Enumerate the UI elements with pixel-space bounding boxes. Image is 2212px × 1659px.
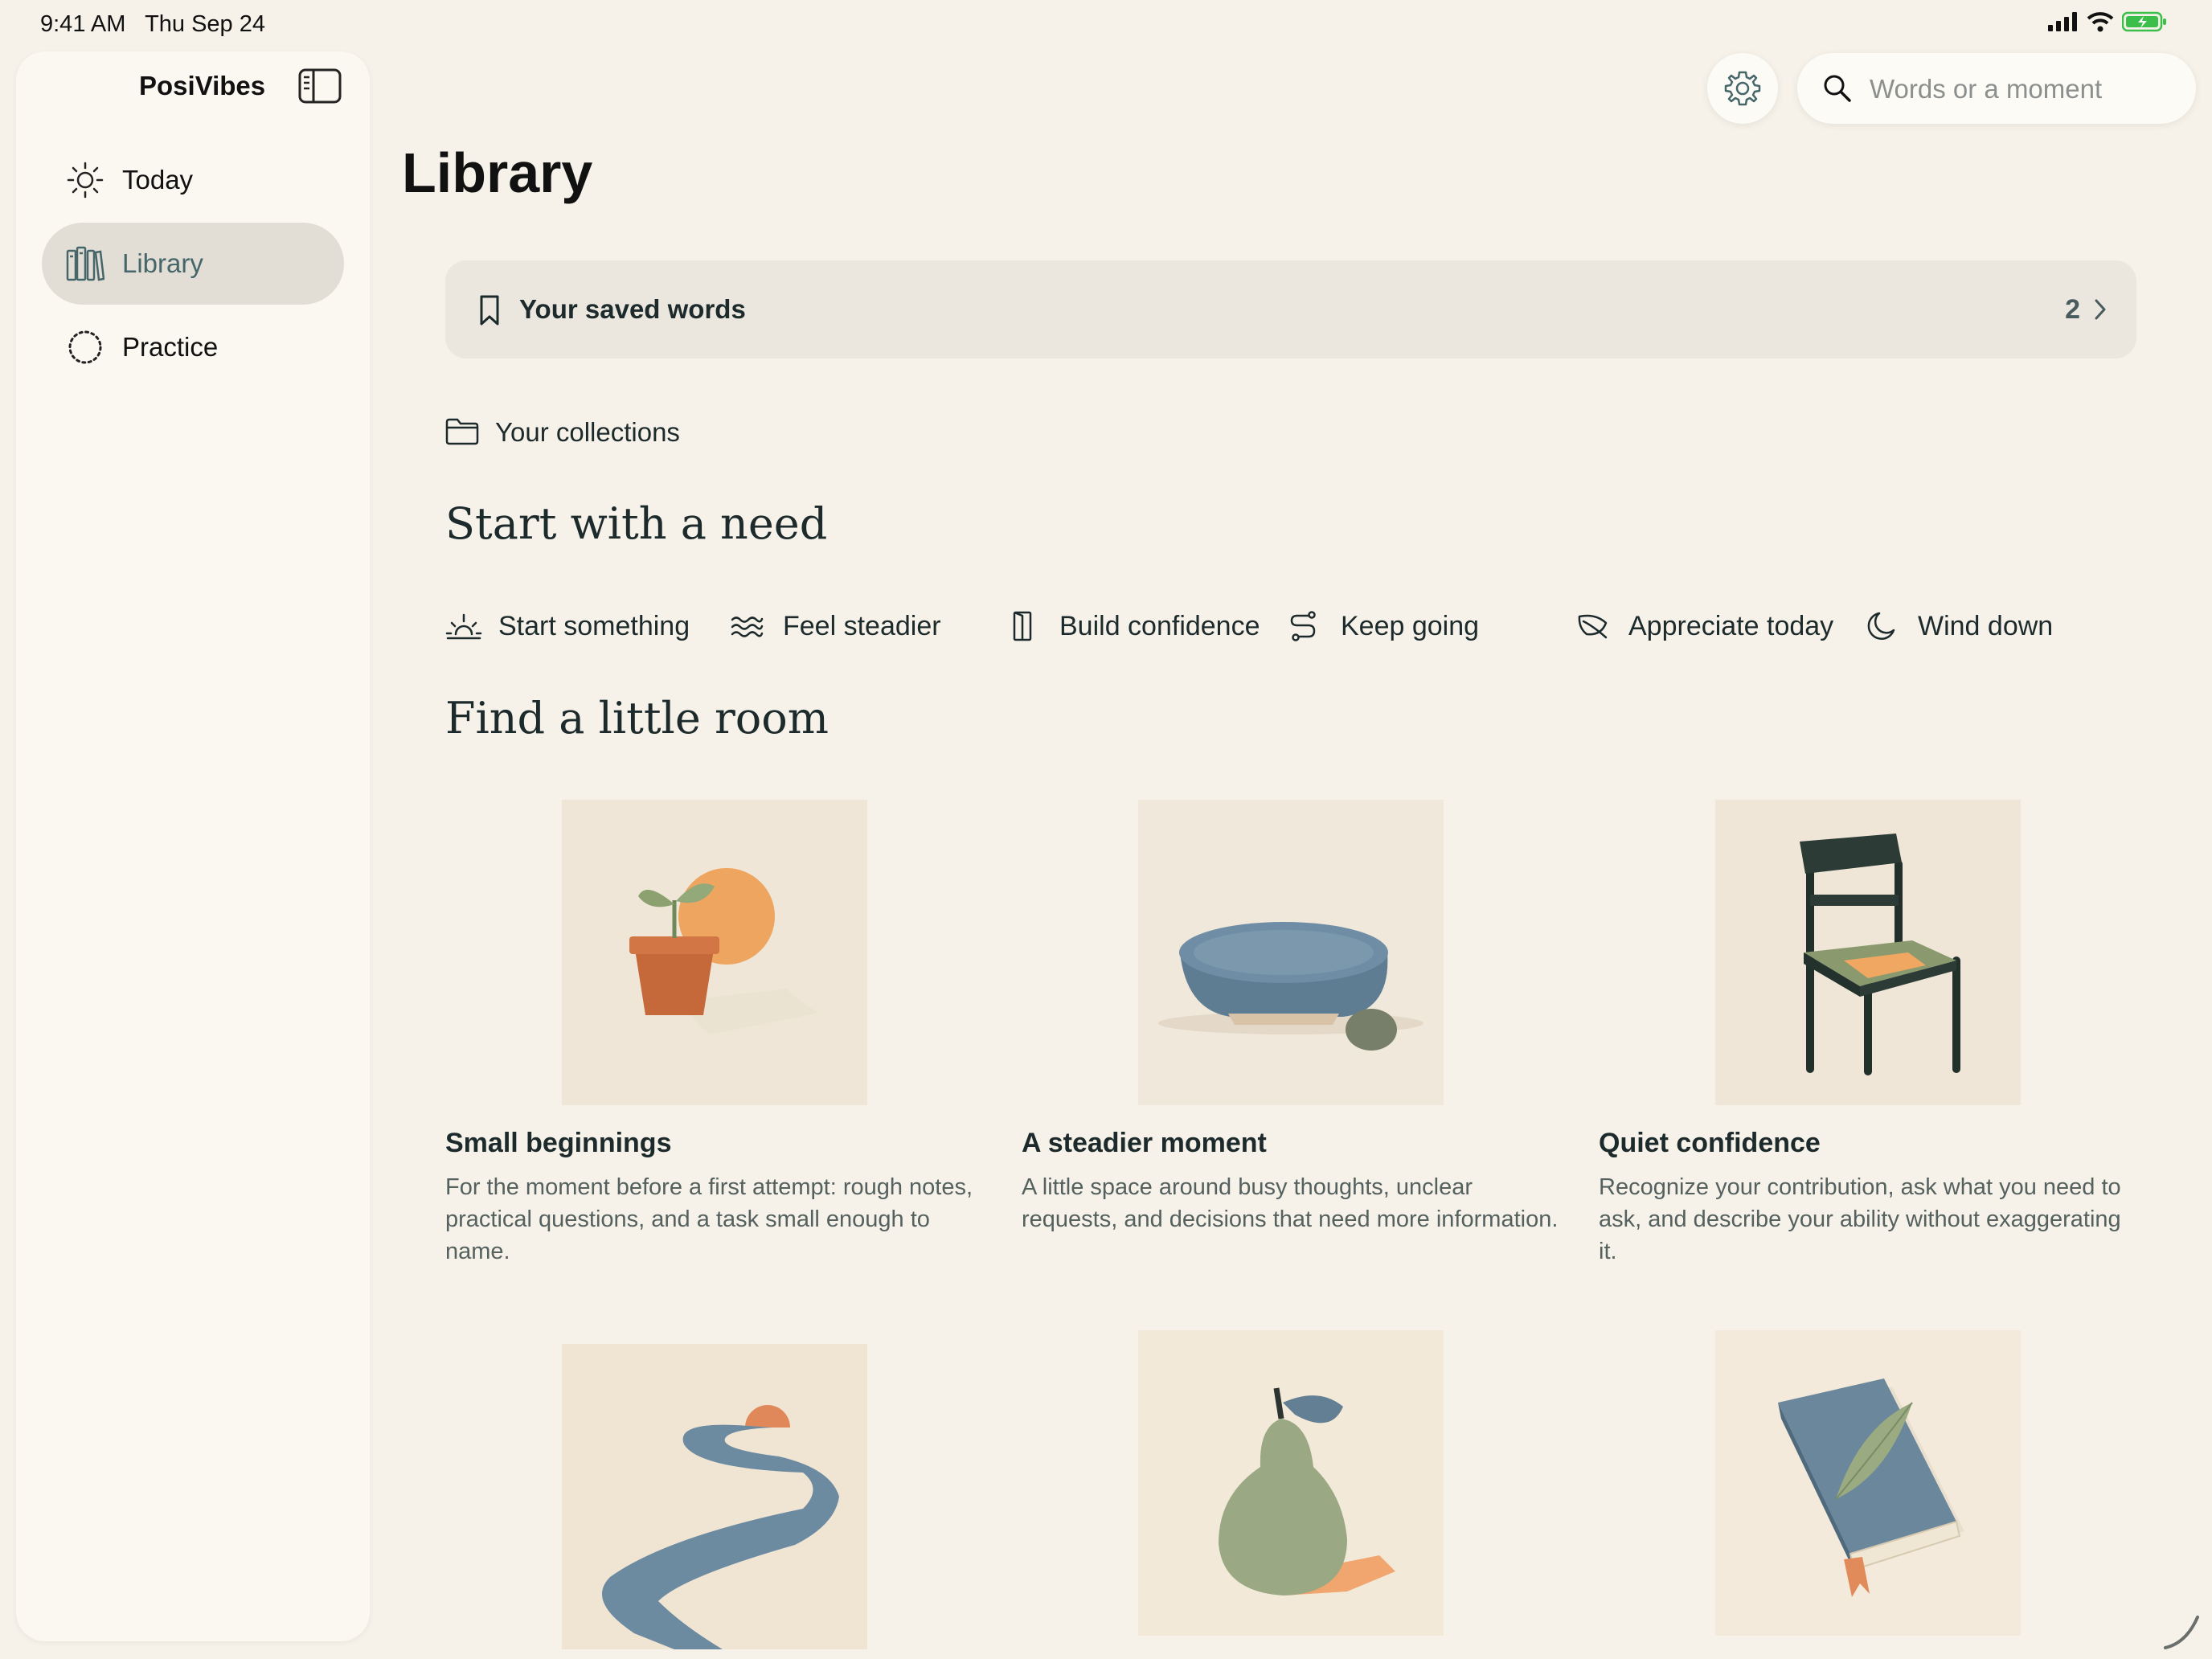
chevron-right-icon	[2095, 299, 2106, 320]
sidebar-item-today[interactable]: Today	[42, 139, 344, 221]
status-clock: 9:41 AM	[40, 11, 126, 37]
need-label: Wind down	[1918, 611, 2054, 641]
card-title: A steadier moment	[1022, 1128, 1267, 1158]
card-title: Quiet confidence	[1599, 1128, 1821, 1158]
card-title: Small beginnings	[445, 1128, 672, 1158]
dashed-circle-icon	[68, 330, 102, 364]
sidebar-item-label: Library	[122, 248, 203, 278]
saved-words-row[interactable]: Your saved words 2	[445, 260, 2136, 358]
waves-icon	[731, 616, 764, 637]
page-title: Library	[402, 141, 593, 204]
app-title: PosiVibes	[139, 71, 266, 100]
path-icon	[1290, 611, 1316, 641]
need-label: Appreciate today	[1628, 611, 1834, 641]
sidebar: PosiVibes Today Library Practice	[16, 51, 370, 1641]
sidebar-item-library[interactable]: Library	[42, 223, 344, 305]
need-label: Build confidence	[1059, 611, 1260, 641]
status-icons	[2048, 11, 2167, 32]
signal-icon	[2048, 12, 2077, 31]
sidebar-item-label: Practice	[122, 332, 219, 362]
status-time: 9:41 AM Thu Sep 24	[40, 11, 265, 38]
battery-icon	[2122, 11, 2166, 32]
need-label: Keep going	[1341, 611, 1480, 641]
door-icon	[1013, 611, 1032, 641]
search-input[interactable]	[1868, 68, 2177, 111]
need-label: Feel steadier	[783, 611, 941, 641]
folder-icon	[445, 418, 479, 445]
search-box[interactable]	[1797, 53, 2196, 124]
chair-illustration	[1715, 800, 2021, 1105]
card-description: Recognize your contribution, ask what yo…	[1599, 1174, 2121, 1264]
status-date: Thu Sep 24	[145, 11, 266, 37]
winding-path-illustration	[562, 1344, 867, 1649]
card-description: A little space around busy thoughts, unc…	[1022, 1174, 1559, 1232]
sun-icon	[67, 162, 104, 199]
bookmark-icon	[480, 295, 499, 326]
book-with-leaf-illustration	[1715, 1330, 2021, 1636]
rooms-heading: Find a little room	[445, 693, 829, 743]
gear-icon	[1724, 71, 1761, 106]
sunrise-icon	[445, 613, 482, 640]
saved-words-count: 2	[2065, 294, 2080, 325]
moon-icon	[1867, 612, 1895, 640]
bowl-and-stone-illustration	[1138, 800, 1444, 1105]
potted-sprout-illustration	[562, 800, 867, 1105]
search-icon	[1824, 75, 1851, 102]
collections-label: Your collections	[495, 417, 680, 447]
card-description: For the moment before a first attempt: r…	[445, 1174, 973, 1264]
scroll-corner-icon	[2164, 1616, 2199, 1649]
needs-heading: Start with a need	[445, 498, 828, 549]
pear-illustration	[1138, 1330, 1444, 1636]
wifi-icon	[2087, 12, 2114, 32]
sidebar-item-label: Today	[122, 165, 194, 195]
status-bar: 9:41 AM Thu Sep 24	[0, 0, 2212, 51]
saved-words-label: Your saved words	[519, 294, 746, 324]
sidebar-item-practice[interactable]: Practice	[42, 306, 344, 388]
sidebar-toggle-icon[interactable]	[297, 66, 342, 106]
books-icon	[66, 246, 104, 281]
leaf-icon	[1578, 614, 1608, 639]
settings-button[interactable]	[1707, 53, 1778, 124]
need-label: Start something	[498, 611, 690, 641]
